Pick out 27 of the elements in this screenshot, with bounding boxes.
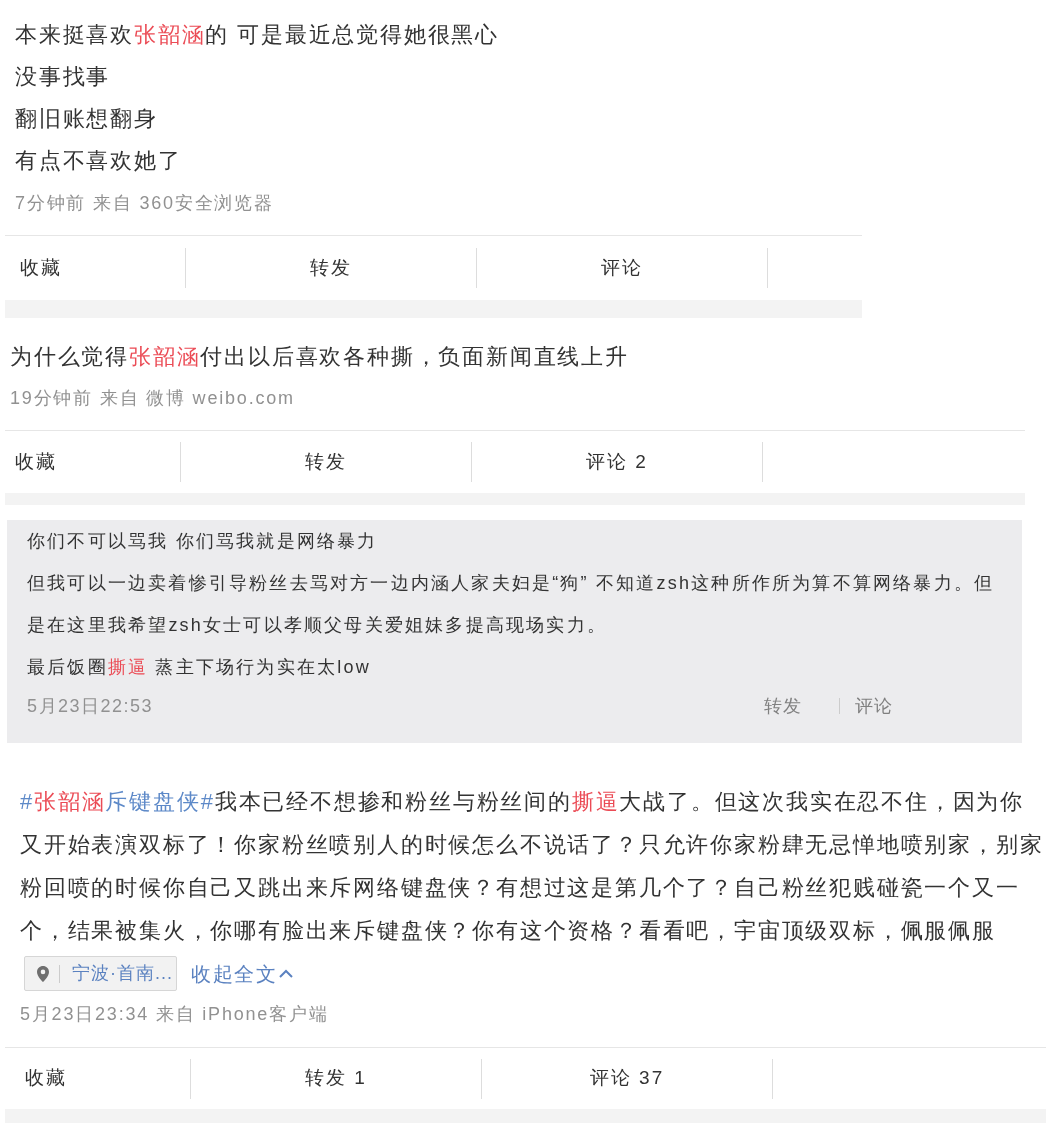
hashtag-link[interactable]: #张韶涵斥键盘侠# [20, 789, 215, 814]
quote-text: 最后饭圈撕逼 蒸主下场行为实在太low [27, 656, 371, 679]
repost-button[interactable]: 转发 [181, 431, 471, 493]
favorite-button[interactable]: 收藏 [5, 1048, 190, 1109]
post-meta-text: 7分钟前 来自 360安全浏览器 [15, 192, 274, 215]
favorite-button[interactable]: 收藏 [5, 236, 185, 300]
location-pin-icon [37, 965, 49, 982]
location-tag[interactable]: 宁波·首南... [24, 956, 177, 991]
chevron-up-icon [279, 969, 293, 978]
post-text: 翻旧账想翻身 [15, 105, 158, 133]
comment-button[interactable]: 评论 2 [472, 431, 762, 493]
quote-text: 你们不可以骂我 你们骂我就是网络暴力 [27, 530, 378, 553]
quote-time-text: 5月23日22:53 [27, 694, 154, 718]
post-meta-text: 5月23日23:34 来自 iPhone客户端 [20, 1003, 329, 1026]
post-meta-text: 19分钟前 来自 微博 weibo.com [10, 387, 295, 410]
collapse-link[interactable]: 收起全文 [191, 958, 293, 989]
post-text: 为什么觉得张韶涵付出以后喜欢各种撕，负面新闻直线上升 [10, 343, 629, 371]
repost-button[interactable]: 转发 1 [191, 1048, 481, 1109]
quote-text: 但我可以一边卖着惨引导粉丝去骂对方一边内涵人家夫妇是“狗” 不知道zsh这种所作所为算不算网络暴力。但是在这里我希望zsh女士可以孝顺父母关爱姐妹多提高现场实力。 [27, 572, 996, 637]
post-text: 本来挺喜欢张韶涵的 可是最近总觉得她很黑心 [15, 21, 499, 49]
post-text: 没事找事 [15, 63, 111, 91]
repost-button[interactable]: 转发 [186, 236, 476, 300]
post-text: #张韶涵斥键盘侠#我本已经不想掺和粉丝与粉丝间的撕逼大战了。但这次我实在忍不住，因为你又开始表演双标了！你家粉丝喷别人的时候怎么不说话了？只允许你家粉肆无忌惮地喷别家，别家粉回喷的时候你自己又跳出来斥网络键盘侠？有想过这是第几个了？自己粉丝犯贱碰瓷一个又一个，结果被集火，你哪有脸出来斥键盘侠？你有这个资格？看看吧，宇宙顶级双标，佩服佩服 [20, 788, 1045, 945]
comment-button[interactable]: 评论 [477, 236, 767, 300]
favorite-button[interactable]: 收藏 [5, 431, 180, 493]
post-text: 有点不喜欢她了 [15, 147, 182, 175]
comment-button[interactable]: 评论 37 [482, 1048, 772, 1109]
